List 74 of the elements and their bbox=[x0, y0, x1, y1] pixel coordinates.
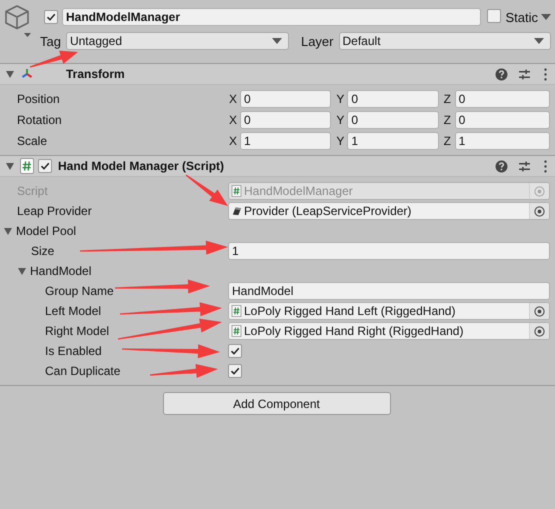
axis-label: Y bbox=[335, 112, 346, 126]
property-label: Left Model bbox=[45, 304, 102, 318]
axis-label: Y bbox=[335, 92, 346, 106]
text-field[interactable]: HandModel bbox=[228, 282, 550, 300]
axis-label: Y bbox=[335, 134, 346, 148]
caret-icon bbox=[534, 38, 544, 44]
foldout-label[interactable]: HandModel bbox=[30, 264, 92, 278]
script-icon bbox=[231, 305, 242, 317]
provider-icon bbox=[231, 205, 242, 217]
enabled-checkbox[interactable] bbox=[38, 159, 52, 173]
axis-label: X bbox=[228, 112, 238, 126]
object-field[interactable]: LoPoly Rigged Hand Left (RiggedHand) bbox=[228, 302, 550, 320]
number-field[interactable]: 1 bbox=[454, 132, 550, 150]
caret-icon[interactable] bbox=[541, 14, 551, 20]
property-label: Is Enabled bbox=[45, 344, 102, 358]
axis-label: Z bbox=[442, 112, 452, 126]
axis-label: X bbox=[228, 92, 238, 106]
static-checkbox[interactable] bbox=[487, 8, 502, 22]
property-label: Group Name bbox=[45, 284, 114, 298]
property-label: Leap Provider bbox=[17, 204, 92, 218]
object-picker-icon[interactable] bbox=[534, 306, 545, 316]
tag-dropdown[interactable]: Untagged bbox=[66, 32, 289, 50]
property-label: Right Model bbox=[45, 324, 110, 338]
number-field[interactable]: 0 bbox=[454, 110, 550, 128]
object-field[interactable]: LoPoly Rigged Hand Right (RiggedHand) bbox=[228, 322, 550, 340]
property-label: Scale bbox=[17, 134, 48, 148]
number-field[interactable]: 0 bbox=[240, 110, 332, 128]
tag-label: Tag bbox=[40, 34, 61, 48]
property-label: Position bbox=[17, 92, 61, 106]
foldout-arrow-icon[interactable] bbox=[18, 268, 26, 274]
number-field[interactable]: 1 bbox=[347, 132, 439, 150]
annotation-arrow bbox=[150, 364, 218, 378]
number-field[interactable]: 0 bbox=[454, 90, 550, 108]
more-options-icon[interactable] bbox=[543, 160, 548, 172]
axis-label: X bbox=[228, 134, 238, 148]
number-field[interactable]: 0 bbox=[240, 90, 332, 108]
property-label: Script bbox=[17, 184, 48, 198]
sliders-icon[interactable] bbox=[518, 68, 531, 80]
checkbox[interactable] bbox=[228, 344, 242, 358]
more-options-icon[interactable] bbox=[543, 68, 548, 80]
text-field[interactable]: 1 bbox=[228, 242, 550, 260]
number-field[interactable]: 0 bbox=[347, 90, 439, 108]
name-field[interactable]: HandModelManager bbox=[62, 8, 482, 26]
number-field[interactable]: 0 bbox=[347, 110, 439, 128]
script-icon bbox=[231, 325, 242, 337]
add-component-button[interactable]: Add Component bbox=[162, 392, 390, 415]
annotation-arrow bbox=[30, 50, 78, 68]
cube-icon[interactable] bbox=[4, 4, 32, 38]
caret-icon bbox=[272, 38, 282, 44]
component-title: Hand Model Manager (Script) bbox=[58, 159, 226, 173]
foldout-arrow-icon[interactable] bbox=[4, 228, 12, 234]
number-field[interactable]: 1 bbox=[240, 132, 332, 150]
object-field[interactable]: Provider (LeapServiceProvider) bbox=[228, 202, 550, 220]
layer-dropdown[interactable]: Default bbox=[338, 32, 551, 50]
checkbox[interactable] bbox=[228, 364, 242, 378]
property-label: Can Duplicate bbox=[45, 364, 120, 378]
script-icon bbox=[20, 158, 34, 174]
axis-label: Z bbox=[442, 134, 452, 148]
component-title: Transform bbox=[66, 67, 126, 81]
object-picker-icon[interactable] bbox=[534, 326, 545, 336]
sliders-icon[interactable] bbox=[518, 160, 531, 172]
help-icon[interactable] bbox=[495, 68, 508, 80]
annotation-arrow bbox=[186, 174, 228, 206]
axis-label: Z bbox=[442, 92, 452, 106]
foldout-label[interactable]: Model Pool bbox=[16, 224, 76, 238]
active-checkbox[interactable] bbox=[44, 10, 58, 24]
static-label: Static bbox=[505, 10, 538, 24]
script-icon bbox=[231, 185, 242, 197]
property-label: Size bbox=[31, 244, 54, 258]
help-icon[interactable] bbox=[495, 160, 508, 172]
layer-label: Layer bbox=[300, 34, 334, 48]
object-picker-icon[interactable] bbox=[534, 206, 545, 216]
foldout-arrow-icon[interactable] bbox=[6, 70, 14, 78]
property-label: Rotation bbox=[17, 112, 63, 126]
